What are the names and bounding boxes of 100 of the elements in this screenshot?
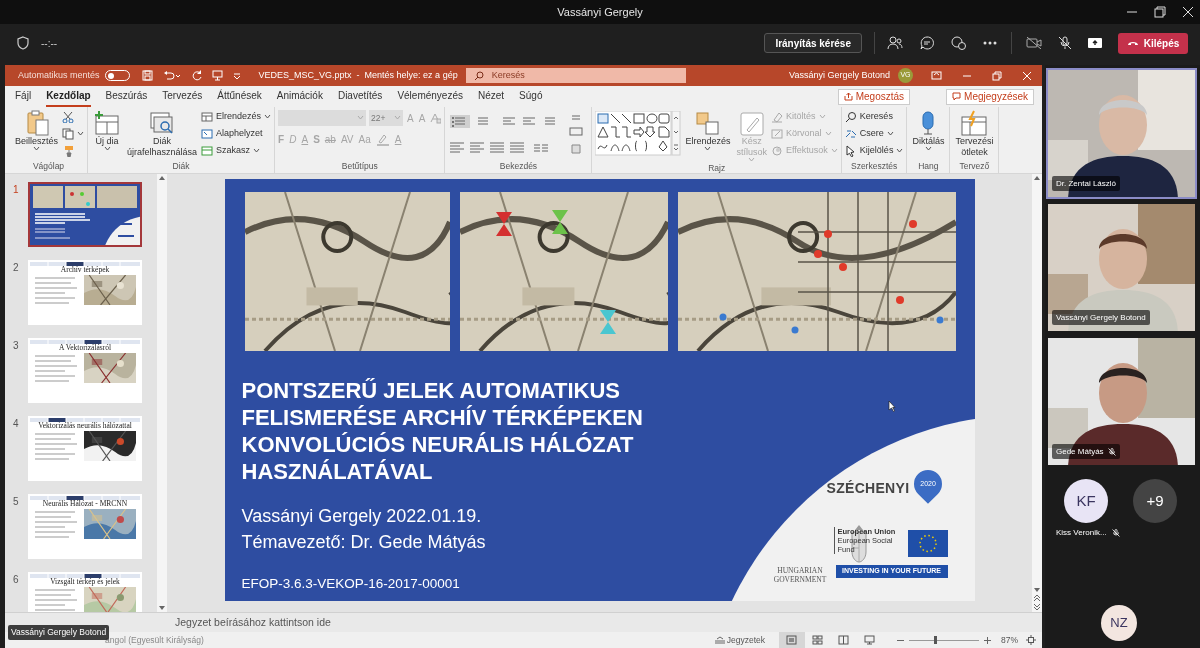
ribbon-button[interactable]: Kijelölés (844, 144, 904, 158)
ribbon-button[interactable]: Alaphelyzet (201, 127, 272, 141)
menu-tab[interactable]: Nézet (477, 86, 505, 107)
slide-number: 2 (12, 261, 20, 275)
ribbon-button[interactable]: Diák újrafelhasználása (125, 110, 200, 158)
normal-view-icon (786, 635, 798, 645)
next-slide-icon[interactable] (1034, 604, 1040, 610)
comments-button[interactable]: Megjegyzések (946, 88, 1034, 105)
slide-sorter-icon (812, 635, 824, 645)
zoom-slider[interactable] (909, 636, 979, 644)
customize-caret-icon[interactable] (232, 72, 241, 79)
save-icon[interactable] (141, 70, 153, 81)
menu-tab[interactable]: Fájl (15, 86, 32, 107)
request-control-button[interactable]: Irányítás kérése (764, 33, 862, 53)
group-label: Rajz (707, 162, 727, 175)
layout-icon (201, 111, 214, 123)
slide-thumbnail[interactable] (28, 182, 142, 247)
reset-icon (201, 128, 214, 140)
ribbon-icon-button[interactable] (62, 127, 85, 141)
ribbon-button[interactable]: Diktálás (910, 110, 947, 151)
redo-icon[interactable] (190, 70, 202, 81)
phone-icon (1126, 40, 1139, 46)
ribbon-button[interactable]: Tervezési ötletek (953, 110, 996, 158)
shape-gallery[interactable] (595, 111, 682, 156)
notes-placeholder[interactable]: Jegyzet beírásához kattintson ide (175, 614, 331, 631)
share-screen-icon[interactable] (1088, 37, 1102, 49)
video-off-icon[interactable] (1026, 37, 1042, 49)
select-icon (844, 145, 857, 157)
ribbon-button[interactable]: Csere (844, 127, 904, 141)
more-participants-badge[interactable]: +9 (1133, 479, 1177, 523)
scroll-up-icon[interactable] (159, 176, 165, 180)
menu-tab[interactable]: Diavetítés (337, 86, 383, 107)
quick-styles-icon (737, 110, 766, 136)
close-icon[interactable] (1182, 6, 1194, 18)
slide-number: 3 (12, 339, 20, 353)
design-ideas-icon (960, 110, 989, 136)
window-title: Vassányi Gergely (557, 4, 643, 20)
more-icon[interactable] (983, 41, 997, 45)
group-label: Tervező (958, 160, 991, 173)
slide-number: 4 (12, 417, 20, 431)
slide-subtitle: Témavezető: Dr. Gede Mátyás (241, 531, 486, 554)
ribbon-display-icon[interactable] (931, 71, 942, 80)
outline-icon (771, 128, 783, 140)
scroll-up-icon[interactable] (1034, 176, 1040, 180)
copy-icon (62, 128, 75, 140)
caret-icon (394, 116, 402, 120)
comment-icon (952, 92, 962, 101)
zoom-in-icon[interactable] (984, 636, 991, 644)
cursor-icon (887, 400, 896, 412)
ribbon-button[interactable]: Új dia (91, 110, 124, 151)
search-field[interactable]: Keresés (465, 68, 686, 83)
present-icon[interactable] (211, 70, 223, 81)
slide-subtitle: Vassányi Gergely 2022.01.19. (241, 505, 482, 528)
previous-slide-icon[interactable] (1034, 595, 1040, 601)
menu-tab[interactable]: Súgó (519, 86, 543, 107)
participant-avatar: KF (1064, 479, 1108, 523)
people-icon[interactable] (887, 36, 903, 50)
caret-icon (357, 116, 365, 120)
fit-slide-icon[interactable] (1026, 635, 1036, 645)
reactions-icon[interactable] (951, 35, 966, 51)
notes-button[interactable]: Jegyzetek (714, 633, 765, 647)
search-icon (473, 70, 484, 81)
participant-avatar: NZ (1101, 605, 1137, 641)
zoom-label[interactable]: 87% (1001, 633, 1018, 647)
undo-icon[interactable] (162, 70, 181, 81)
file-title: VEDES_MSC_VG.pptx - Mentés helye: ez a gép (258, 68, 458, 82)
menu-tab[interactable]: Tervezés (162, 86, 203, 107)
participant-name: Dr. Zentai László (1056, 177, 1117, 190)
group-label: Diák (171, 160, 191, 173)
menu-tab[interactable]: Véleményezés (397, 86, 463, 107)
slideshow-icon (864, 635, 876, 645)
chat-icon[interactable] (920, 36, 934, 50)
scrollbar[interactable] (1032, 174, 1042, 612)
group-label: Hang (917, 160, 940, 173)
ribbon-button[interactable]: Beillesztés (13, 110, 61, 151)
scroll-down-icon[interactable] (1034, 588, 1040, 592)
new-slide-icon (93, 110, 122, 136)
fill-icon (771, 111, 783, 123)
restore-icon[interactable] (992, 70, 1002, 81)
ribbon-button[interactable]: Szakasz (201, 144, 272, 158)
notes-icon (714, 636, 725, 644)
share-button[interactable]: Megosztás (837, 88, 911, 105)
replace-icon (844, 128, 857, 140)
participant-name: Gede Mátyás (1056, 445, 1104, 458)
ribbon-button[interactable]: Keresés (844, 110, 904, 124)
ribbon-button[interactable]: Elrendezés (201, 110, 272, 124)
menu-tab[interactable]: Beszúrás (105, 86, 148, 107)
restore-icon[interactable] (1154, 6, 1166, 18)
leave-button[interactable]: Kilépés (1118, 32, 1188, 54)
participant-name: Kiss Veronik... (1056, 527, 1107, 539)
scrollbar[interactable] (157, 174, 167, 612)
ribbon-button[interactable]: Elrendezés (683, 110, 733, 151)
user-name: Vassányi Gergely Botond (789, 68, 890, 82)
search-placeholder: Keresés (491, 68, 525, 82)
menu-tab[interactable]: Animációk (276, 86, 323, 107)
mic-off-icon[interactable] (1058, 36, 1072, 50)
menu-tab[interactable]: Áttűnések (217, 86, 262, 107)
slide-number: 1 (12, 183, 20, 197)
search-icon (844, 111, 857, 123)
scroll-down-icon[interactable] (159, 606, 165, 610)
